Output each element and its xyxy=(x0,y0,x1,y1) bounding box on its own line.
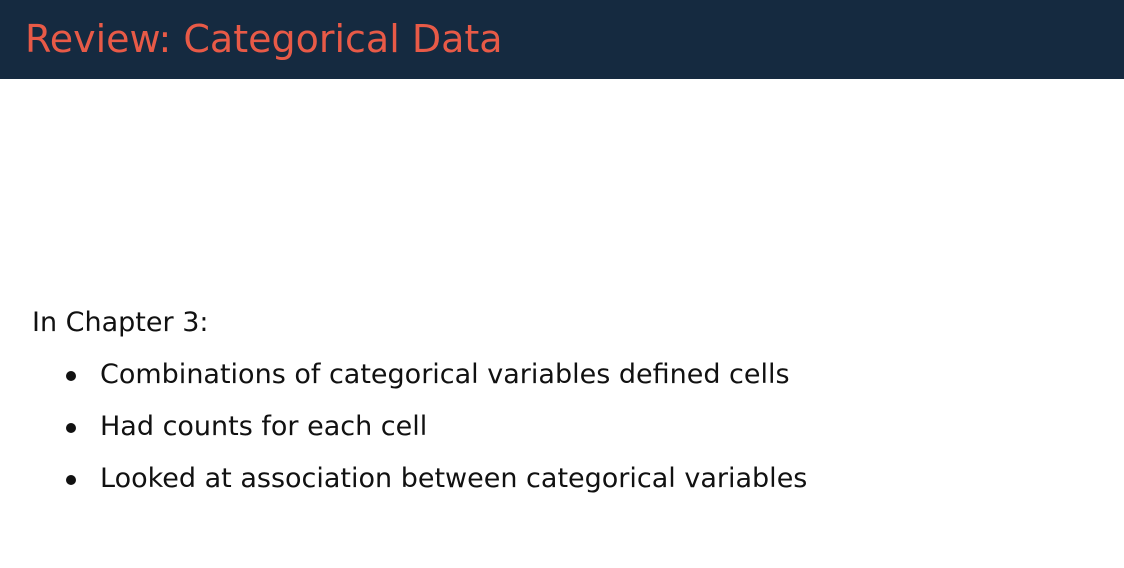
bullet-dot-icon xyxy=(66,423,76,433)
bullet-list: Combinations of categorical variables de… xyxy=(32,357,1092,513)
bullet-text: Looked at association between categorica… xyxy=(100,463,808,494)
bullet-item: Had counts for each cell xyxy=(32,409,1092,461)
slide-title: Review: Categorical Data xyxy=(25,17,503,61)
bullet-text: Combinations of categorical variables de… xyxy=(100,359,790,390)
slide-body: In Chapter 3: Combinations of categorica… xyxy=(32,305,1092,513)
bullet-dot-icon xyxy=(66,475,76,485)
bullet-item: Combinations of categorical variables de… xyxy=(32,357,1092,409)
bullet-item: Looked at association between categorica… xyxy=(32,461,1092,513)
slide-header: Review: Categorical Data xyxy=(0,0,1124,79)
intro-text: In Chapter 3: xyxy=(32,307,209,338)
bullet-dot-icon xyxy=(66,371,76,381)
bullet-text: Had counts for each cell xyxy=(100,411,428,442)
